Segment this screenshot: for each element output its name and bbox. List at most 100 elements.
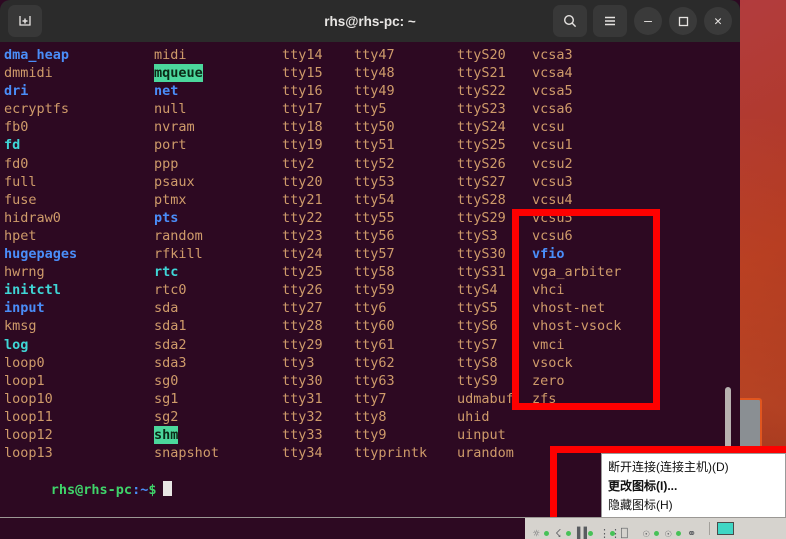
- ls-row: hwrng rtc tty25 tty58 ttyS31 vga_arbiter: [2, 263, 740, 281]
- ls-entry: tty31: [282, 390, 323, 407]
- network-connection-icon[interactable]: ☇: [555, 522, 571, 539]
- menu-item-change-icon[interactable]: 更改图标(I)...: [602, 477, 785, 496]
- ls-entry: tty55: [354, 209, 395, 226]
- ls-entry: tty21: [282, 191, 323, 208]
- ls-entry: vcsu1: [532, 137, 573, 154]
- ls-entry: tty47: [354, 47, 395, 63]
- ls-entry: hwrng: [4, 264, 45, 281]
- minimize-button[interactable]: –: [634, 7, 662, 35]
- document-icon[interactable]: [717, 522, 734, 535]
- ls-entry: tty56: [354, 227, 395, 244]
- ls-entry: ttyS30: [457, 246, 506, 263]
- ls-entry: vmci: [532, 336, 565, 353]
- ls-entry: ppp: [154, 155, 179, 172]
- ls-entry: sg2: [154, 408, 179, 425]
- ls-entry: tty14: [282, 47, 323, 63]
- ls-entry: vcsa6: [532, 101, 573, 118]
- ls-entry: sg0: [154, 372, 179, 389]
- ls-entry: ttyS23: [457, 101, 506, 118]
- ls-entry: vsock: [532, 354, 573, 371]
- ls-entry: tty25: [282, 264, 323, 281]
- ls-row: dmmidi mqueue tty15 tty48 ttyS21 vcsa4: [2, 64, 740, 83]
- ls-row: dri net tty16 tty49 ttyS22 vcsa5: [2, 82, 740, 100]
- ls-entry: tty29: [282, 336, 323, 353]
- ls-row: input sda tty27 tty6 ttyS5 vhost-net: [2, 299, 740, 317]
- ls-entry: ttyprintk: [354, 445, 428, 462]
- ls-entry: vfio: [532, 246, 565, 263]
- ls-entry: tty62: [354, 354, 395, 371]
- ls-entry: null: [154, 101, 187, 118]
- ls-entry: tty22: [282, 209, 323, 226]
- ls-entry: ttyS22: [457, 83, 506, 100]
- tray-divider: [709, 522, 710, 535]
- tray-context-menu[interactable]: 断开连接(连接主机)(D) 更改图标(I)... 隐藏图标(H): [601, 453, 786, 518]
- ls-entry: tty48: [354, 65, 395, 82]
- ls-entry: uinput: [457, 426, 506, 443]
- ls-entry: tty5: [354, 101, 387, 118]
- network-dotted-icon[interactable]: ⋮⋮: [599, 522, 621, 539]
- ls-entry: mqueue: [154, 64, 203, 83]
- ls-entry: hidraw0: [4, 209, 61, 226]
- ls-entry: sda1: [154, 318, 187, 335]
- ls-entry: ttyS27: [457, 173, 506, 190]
- menu-item-disconnect[interactable]: 断开连接(连接主机)(D): [602, 458, 785, 477]
- menu-item-hide-icon[interactable]: 隐藏图标(H): [602, 496, 785, 515]
- ls-entry: ttyS29: [457, 209, 506, 226]
- ls-entry: tty50: [354, 119, 395, 136]
- ls-entry: ttyS20: [457, 47, 506, 63]
- ls-entry: tty32: [282, 408, 323, 425]
- ls-row: loop1 sg0 tty30 tty63 ttyS9 zero: [2, 372, 740, 390]
- ls-entry: tty23: [282, 227, 323, 244]
- maximize-button[interactable]: [669, 7, 697, 35]
- ls-entry: loop12: [4, 426, 53, 443]
- new-tab-icon[interactable]: [8, 5, 42, 37]
- shield-icon[interactable]: ⚭: [687, 522, 702, 539]
- ls-entry: snapshot: [154, 445, 220, 462]
- ls-entry: initctl: [4, 282, 61, 299]
- ls-entry: vhost-vsock: [532, 318, 622, 335]
- ls-entry: tty3: [282, 354, 315, 371]
- ls-entry: tty33: [282, 426, 323, 443]
- network-stats-icon[interactable]: ▌▌: [577, 522, 593, 539]
- ls-entry: loop13: [4, 445, 53, 462]
- monitor-icon[interactable]: ⎕: [621, 522, 636, 539]
- ls-entry: tty19: [282, 137, 323, 154]
- ls-entry: vcsu4: [532, 191, 573, 208]
- ls-entry: vga_arbiter: [532, 264, 622, 281]
- ls-entry: dmmidi: [4, 65, 53, 82]
- ls-entry: vhci: [532, 282, 565, 299]
- ls-entry: random: [154, 227, 203, 244]
- ls-row: loop12 shm tty33 tty9 uinput: [2, 425, 740, 445]
- ls-entry: vcsu2: [532, 155, 573, 172]
- ls-entry: tty8: [354, 408, 387, 425]
- prompt-user-host: rhs@rhs-pc: [50, 482, 133, 499]
- ls-row: fuse ptmx tty21 tty54 ttyS28 vcsu4: [2, 191, 740, 209]
- network-connection-icon[interactable]: ☼: [533, 522, 549, 539]
- search-icon[interactable]: [553, 5, 587, 37]
- taskbar-left-spacer: [0, 518, 525, 539]
- ls-entry: tty18: [282, 119, 323, 136]
- network-link-icon[interactable]: ☉: [643, 522, 659, 539]
- ls-entry: vcsu5: [532, 209, 573, 226]
- ls-entry: tty26: [282, 282, 323, 299]
- hamburger-menu-icon[interactable]: [593, 5, 627, 37]
- ls-entry: udmabuf: [457, 390, 514, 407]
- ls-entry: fb0: [4, 119, 29, 136]
- ls-row: loop11 sg2 tty32 tty8 uhid: [2, 408, 740, 426]
- terminal-titlebar: rhs@rhs-pc: ~ – ✕: [0, 0, 740, 42]
- ls-entry: tty54: [354, 191, 395, 208]
- close-button[interactable]: ✕: [704, 7, 732, 35]
- ls-row: loop0 sda3 tty3 tty62 ttyS8 vsock: [2, 354, 740, 372]
- ls-entry: sg1: [154, 390, 179, 407]
- ls-entry: rfkill: [154, 246, 203, 263]
- network-link-icon[interactable]: ☉: [665, 522, 681, 539]
- ls-row: kmsg sda1 tty28 tty60 ttyS6 vhost-vsock: [2, 317, 740, 335]
- ls-row: fb0 nvram tty18 tty50 ttyS24 vcsu: [2, 118, 740, 136]
- ls-row: fd port tty19 tty51 ttyS25 vcsu1: [2, 136, 740, 154]
- text-cursor: [163, 481, 173, 497]
- ls-entry: log: [4, 336, 29, 353]
- ls-row: full psaux tty20 tty53 ttyS27 vcsu3: [2, 173, 740, 191]
- ls-entry: urandom: [457, 445, 514, 462]
- ls-entry: kmsg: [4, 318, 37, 335]
- ls-row: initctl rtc0 tty26 tty59 ttyS4 vhci: [2, 281, 740, 299]
